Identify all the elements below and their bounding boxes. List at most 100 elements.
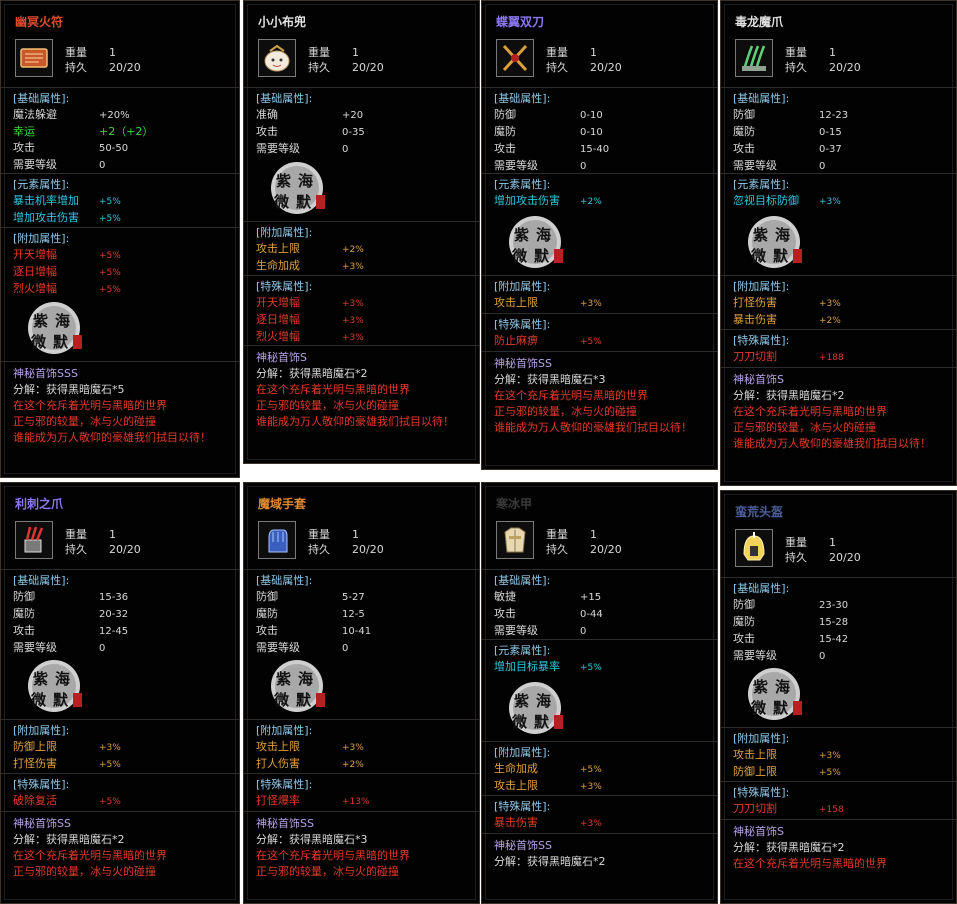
weight-label: 重量	[65, 46, 87, 59]
seal-stamp-icon: 紫海微默	[23, 299, 85, 357]
flavor-line: 在这个充斥着光明与黑暗的世界	[256, 383, 410, 396]
weight-durability: 重量 1 持久 20/20	[785, 535, 861, 565]
seal-char: 海	[536, 226, 551, 244]
footer-section: 神秘首饰SS 分解：获得黑暗魔石*3 在这个充斥着光明与黑暗的世界 正与邪的较量，冰与…	[482, 351, 717, 436]
seal-char: 海	[298, 670, 313, 688]
stat-row: 暴击机率增加 +5%	[13, 193, 239, 210]
stat-value: +158	[819, 805, 844, 815]
flavor-line: 在这个充斥着光明与黑暗的世界	[13, 849, 167, 862]
stat-name: 逐日增幅	[13, 265, 57, 278]
weight-durability: 重量 1 持久 20/20	[65, 527, 141, 557]
extra-header: [附加属性]:	[494, 746, 551, 759]
stat-value: +3%	[342, 333, 364, 343]
special-header: [特殊属性]:	[494, 318, 551, 331]
base-section: [基础属性]: 防御 5-27 魔防 12-5 攻击 10-41 需要等级 0	[244, 569, 479, 657]
stat-value: 0-44	[580, 609, 603, 620]
weight-value: 1	[109, 46, 116, 59]
extra-section: [附加属性]: 攻击上限 +2% 生命加成 +3%	[244, 221, 479, 275]
weight-durability: 重量 1 持久 20/20	[785, 45, 861, 75]
seal-char: 紫	[276, 172, 291, 190]
weight-value: 1	[829, 46, 836, 59]
stat-row: 破除复活 +5%	[13, 793, 239, 810]
stat-value: +5%	[580, 337, 602, 347]
weight-label: 重量	[308, 528, 330, 541]
flavor-line: 正与邪的较量，冰与火的碰撞	[733, 421, 876, 434]
stat-row: 防御 23-30	[733, 597, 956, 614]
stat-name: 暴击伤害	[494, 816, 538, 829]
durability-label: 持久	[785, 61, 807, 74]
item-grade: 神秘首饰S	[733, 825, 784, 838]
decompose-text: 分解：获得黑暗魔石*2	[13, 833, 125, 846]
stat-name: 敏捷	[494, 590, 516, 603]
item-name: 蝶翼双刀	[496, 15, 545, 29]
item-name: 小小布兜	[258, 15, 307, 29]
item-grade: 神秘首饰SS	[13, 817, 71, 830]
weight-durability: 重量 1 持久 20/20	[308, 527, 384, 557]
stat-value: 50-50	[99, 143, 129, 154]
extra-section: [附加属性]: 生命加成 +5% 攻击上限 +3%	[482, 741, 717, 795]
seal-char: 默	[53, 333, 69, 351]
stat-name: 开天增幅	[13, 248, 57, 261]
seal-char: 默	[296, 691, 312, 709]
stat-name: 攻击	[256, 624, 278, 637]
stat-row: 生命加成 +5%	[494, 761, 717, 778]
seal-char: 海	[55, 670, 70, 688]
stat-value: +2%	[342, 760, 364, 770]
weight-durability: 重量 1 持久 20/20	[308, 45, 384, 75]
stat-row: 敏捷 +15	[494, 589, 717, 606]
stat-name: 攻击	[13, 141, 35, 154]
durability-label: 持久	[308, 61, 330, 74]
weight-label: 重量	[546, 528, 568, 541]
stat-name: 防止麻痹	[494, 334, 538, 347]
stat-name: 破除复活	[13, 794, 57, 807]
durability-value: 20/20	[109, 543, 141, 556]
seal-char: 默	[773, 247, 789, 265]
stat-name: 增加目标暴率	[494, 660, 560, 673]
stat-name: 需要等级	[494, 159, 538, 172]
stat-name: 烈火增幅	[256, 330, 300, 343]
stat-row: 暴击伤害 +2%	[733, 312, 956, 329]
stat-row: 刀刀切割 +188	[733, 349, 956, 366]
seal-char: 微	[30, 333, 47, 351]
bag-icon	[258, 39, 296, 77]
stat-value: 0	[99, 160, 106, 171]
item-tooltip-card: 寒冰甲 重量 1 持久 20/20 [基础属性]: 敏捷 +15 攻击 0-44 需要等级 0 [元素属…	[481, 482, 718, 904]
seal-char: 默	[773, 699, 789, 717]
decompose-text: 分解：获得黑暗魔石*2	[733, 389, 845, 402]
footer-section: 神秘首饰SS 分解：获得黑暗魔石*2	[482, 833, 717, 870]
stat-value: +3%	[342, 316, 364, 326]
special-header: [特殊属性]:	[256, 778, 313, 791]
decompose-text: 分解：获得黑暗魔石*3	[494, 373, 606, 386]
special-header: [特殊属性]:	[733, 334, 790, 347]
stat-row: 防御 15-36	[13, 589, 239, 606]
weight-value: 1	[352, 46, 359, 59]
stat-row: 刀刀切割 +158	[733, 801, 956, 818]
item-grade: 神秘首饰SS	[256, 817, 314, 830]
stat-name: 攻击上限	[256, 740, 300, 753]
stat-name: 打怪伤害	[13, 757, 57, 770]
glove-icon	[258, 521, 296, 559]
weight-durability: 重量 1 持久 20/20	[546, 527, 622, 557]
item-tooltip-card: 幽冥火符 重量 1 持久 20/20 [基础属性]: 魔法躲避 +20% 幸运 +2（+2） 攻击 5…	[0, 0, 240, 478]
durability-label: 持久	[65, 61, 87, 74]
stat-row: 准确 +20	[256, 107, 479, 124]
stat-name: 暴击机率增加	[13, 194, 79, 207]
stat-name: 攻击	[494, 142, 516, 155]
stat-value: +20	[342, 110, 364, 121]
stat-name: 需要等级	[13, 158, 57, 171]
item-name: 寒冰甲	[496, 497, 533, 511]
special-header: [特殊属性]:	[256, 280, 313, 293]
durability-value: 20/20	[590, 61, 622, 74]
stat-name: 暴击伤害	[733, 313, 777, 326]
durability-value: 20/20	[829, 551, 861, 564]
base-header: [基础属性]:	[733, 92, 790, 105]
stat-name: 需要等级	[733, 649, 777, 662]
stat-value: 5-27	[342, 592, 365, 603]
weight-label: 重量	[308, 46, 330, 59]
stat-row: 烈火增幅 +3%	[256, 329, 479, 346]
stat-name: 攻击上限	[494, 779, 538, 792]
stat-name: 防御	[733, 108, 755, 121]
flavor-line: 正与邪的较量，冰与火的碰撞	[494, 405, 637, 418]
decompose-text: 分解：获得黑暗魔石*2	[733, 841, 845, 854]
seal-char: 微	[30, 691, 47, 709]
